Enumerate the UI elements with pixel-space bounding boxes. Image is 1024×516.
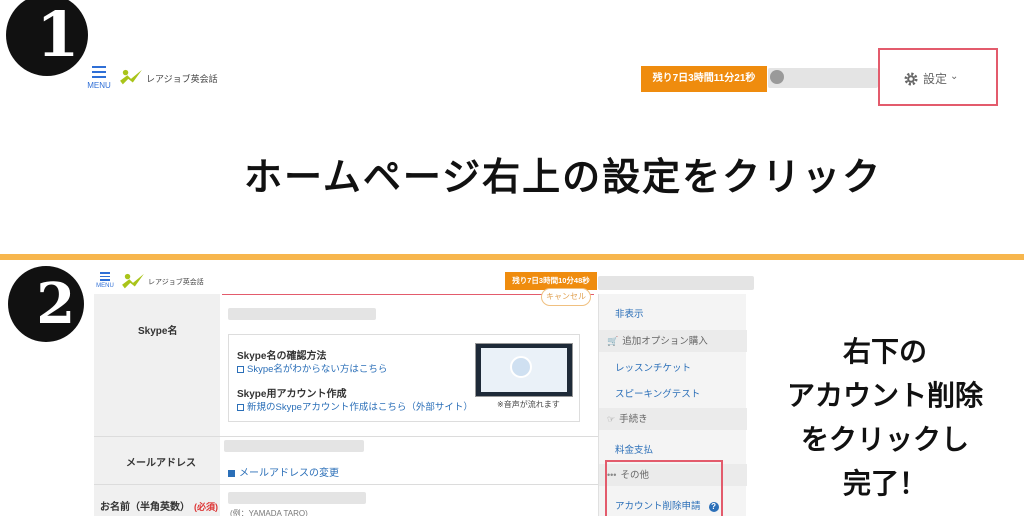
side-menu-speaking-test[interactable]: スピーキングテスト	[599, 386, 747, 400]
account-delete-highlight-box	[605, 460, 723, 516]
step-1-instruction: ホームページ右上の設定をクリック	[244, 155, 883, 199]
menu-label: MENU	[96, 282, 114, 289]
email-label: メールアドレス	[126, 458, 196, 469]
edit-icon	[228, 469, 235, 477]
skype-help-box: Skype名の確認方法 Skype名がわからない方はこちら Skype用アカウン…	[228, 334, 580, 422]
name-input-redacted[interactable]	[228, 492, 366, 504]
step-2-badge: ❷ 2	[8, 266, 84, 342]
row-divider	[94, 436, 598, 437]
external-link-icon	[237, 403, 244, 411]
hamburger-icon-bar	[100, 275, 110, 277]
skype-create-link[interactable]: 新規のSkypeアカウント作成はこちら（外部サイト）	[237, 399, 473, 413]
name-label: お名前（半角英数） (必須)	[100, 498, 218, 513]
trial-timer: 残り7日3時間11分21秒	[641, 66, 767, 92]
side-menu-category-procedures: ☞ 手続き	[599, 408, 747, 430]
hamburger-icon-bar	[92, 71, 106, 73]
step-2-line-3: をクリックし	[800, 423, 969, 456]
external-link-icon	[237, 365, 244, 373]
logo-text: レアジョブ英会話	[148, 279, 204, 286]
menu-label: MENU	[87, 81, 111, 90]
step-2-line-1: 右下の	[842, 335, 927, 368]
play-icon	[510, 356, 532, 378]
email-value-redacted	[224, 440, 364, 452]
hamburger-icon-bar	[100, 279, 110, 281]
user-name-redacted	[598, 276, 754, 290]
name-label-text: お名前（半角英数）	[100, 502, 190, 513]
email-change-link[interactable]: メールアドレスの変更	[228, 464, 339, 479]
logo-mark-icon	[120, 69, 142, 85]
chevron-down-icon: ⌄	[950, 71, 959, 82]
top-input-edge	[222, 294, 594, 298]
cancel-button[interactable]: キャンセル	[541, 288, 591, 306]
cart-icon: 🛒	[607, 336, 619, 346]
menu-button[interactable]: MENU	[86, 66, 112, 90]
gear-icon	[904, 72, 918, 85]
hamburger-icon	[100, 272, 110, 274]
skype-label: Skype名	[138, 326, 178, 337]
skype-check-heading: Skype名の確認方法	[237, 351, 327, 362]
side-menu-lesson-ticket[interactable]: レッスンチケット	[599, 360, 747, 374]
email-change-link-text: メールアドレスの変更	[239, 468, 339, 479]
user-avatar-icon	[770, 70, 784, 84]
side-menu-payment[interactable]: 料金支払	[599, 442, 747, 456]
video-thumbnail[interactable]	[475, 343, 573, 397]
section-divider	[0, 254, 1024, 260]
step-1-badge: ❶ 1	[6, 0, 88, 76]
settings-menu[interactable]: 設定 ⌄	[903, 70, 958, 87]
category-options-label: 追加オプション購入	[622, 336, 708, 347]
skype-create-heading: Skype用アカウント作成	[237, 389, 347, 400]
step-2-instruction: 右下の アカウント削除 をクリックし 完了！	[760, 330, 1010, 506]
category-procedures-label: 手続き	[619, 414, 648, 425]
side-menu-category-options: 🛒 追加オプション購入	[599, 330, 747, 352]
hamburger-icon-bar	[92, 76, 106, 78]
user-name-redacted	[768, 68, 878, 88]
step-2-line-2: アカウント削除	[786, 379, 983, 412]
settings-label: 設定	[923, 72, 948, 86]
menu-button[interactable]: MENU	[94, 272, 116, 289]
logo-mark-icon	[122, 273, 144, 289]
skype-name-input-redacted[interactable]	[228, 308, 376, 320]
row-divider	[94, 484, 598, 485]
hand-pointer-icon: ☞	[607, 414, 616, 424]
step-2-line-4: 完了！	[842, 467, 927, 500]
hamburger-icon	[92, 66, 106, 68]
skype-check-link-text: Skype名がわからない方はこちら	[247, 364, 388, 375]
skype-check-link[interactable]: Skype名がわからない方はこちら	[237, 361, 387, 375]
logo[interactable]: レアジョブ英会話	[118, 68, 218, 88]
logo[interactable]: レアジョブ英会話	[120, 272, 204, 292]
side-menu-hide[interactable]: 非表示	[599, 306, 747, 320]
video-caption: ※音声が流れます	[497, 400, 560, 409]
logo-text: レアジョブ英会話	[146, 73, 218, 84]
name-example: (例：YAMADA TARO)	[230, 509, 308, 516]
required-badge: (必須)	[194, 502, 218, 512]
skype-create-link-text: 新規のSkypeアカウント作成はこちら（外部サイト）	[247, 402, 473, 413]
